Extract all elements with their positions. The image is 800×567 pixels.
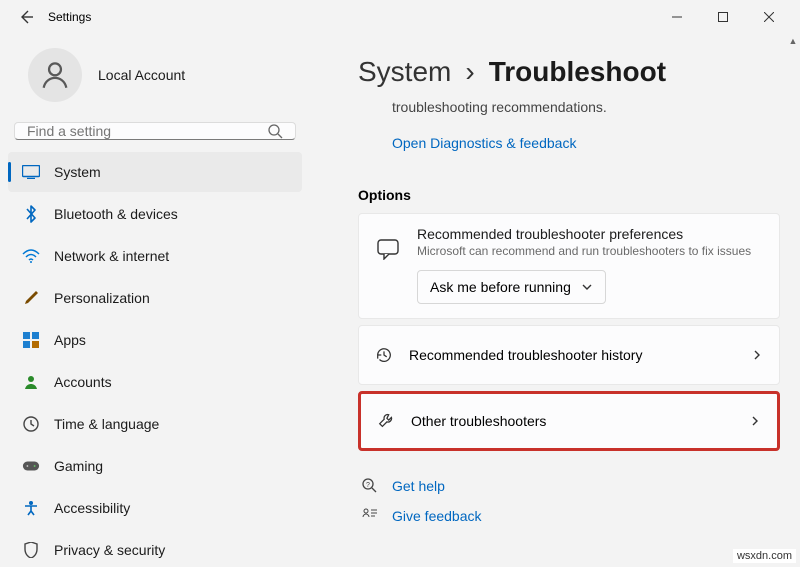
- chevron-right-icon: [751, 349, 763, 361]
- nav-label: Privacy & security: [54, 542, 165, 558]
- nav-label: Bluetooth & devices: [54, 206, 178, 222]
- accounts-icon: [22, 373, 40, 391]
- close-button[interactable]: [746, 2, 792, 32]
- clock-icon: [22, 415, 40, 433]
- other-troubleshooters-row[interactable]: Other troubleshooters: [358, 391, 780, 451]
- avatar: [28, 48, 82, 102]
- nav: System Bluetooth & devices Network & int…: [6, 152, 304, 567]
- sidebar: Local Account System Bluetooth & devices…: [0, 34, 310, 567]
- breadcrumb-sep: ›: [465, 56, 474, 88]
- nav-label: Accounts: [54, 374, 112, 390]
- person-icon: [38, 58, 72, 92]
- nav-item-accessibility[interactable]: Accessibility: [8, 488, 302, 528]
- nav-item-privacy[interactable]: Privacy & security: [8, 530, 302, 567]
- wrench-icon: [377, 412, 395, 430]
- system-icon: [22, 163, 40, 181]
- main-content: System › Troubleshoot troubleshooting re…: [310, 34, 800, 567]
- account-block[interactable]: Local Account: [6, 42, 304, 114]
- scroll-up-arrow-icon[interactable]: ▲: [786, 34, 800, 48]
- maximize-icon: [718, 12, 728, 22]
- nav-item-gaming[interactable]: Gaming: [8, 446, 302, 486]
- top-partial-text: troubleshooting recommendations.: [358, 98, 780, 117]
- feedback-icon: [360, 507, 380, 525]
- nav-label: Network & internet: [54, 248, 169, 264]
- svg-text:?: ?: [366, 482, 370, 489]
- apps-icon: [22, 331, 40, 349]
- gaming-icon: [22, 457, 40, 475]
- card-title: Recommended troubleshooter preferences: [417, 226, 763, 242]
- search-input[interactable]: [27, 123, 267, 139]
- nav-label: Time & language: [54, 416, 159, 432]
- nav-item-time[interactable]: Time & language: [8, 404, 302, 444]
- nav-label: Personalization: [54, 290, 150, 306]
- back-arrow-icon: [18, 9, 34, 25]
- breadcrumb-current: Troubleshoot: [489, 56, 666, 88]
- chevron-down-icon: [581, 281, 593, 293]
- nav-label: Apps: [54, 332, 86, 348]
- nav-item-system[interactable]: System: [8, 152, 302, 192]
- history-icon: [375, 346, 393, 364]
- search-box[interactable]: [14, 122, 296, 140]
- accessibility-icon: [22, 499, 40, 517]
- feedback-link[interactable]: Give feedback: [358, 501, 780, 531]
- row-label: Recommended troubleshooter history: [409, 347, 735, 363]
- account-name: Local Account: [98, 67, 185, 83]
- get-help-link[interactable]: ? Get help: [358, 471, 780, 501]
- personalization-icon: [22, 289, 40, 307]
- nav-label: Gaming: [54, 458, 103, 474]
- shield-icon: [22, 541, 40, 559]
- nav-item-network[interactable]: Network & internet: [8, 236, 302, 276]
- nav-item-bluetooth[interactable]: Bluetooth & devices: [8, 194, 302, 234]
- minimize-button[interactable]: [654, 2, 700, 32]
- help-icon: ?: [360, 477, 380, 495]
- bluetooth-icon: [22, 205, 40, 223]
- nav-label: System: [54, 164, 101, 180]
- nav-label: Accessibility: [54, 500, 130, 516]
- minimize-icon: [672, 12, 682, 22]
- nav-item-apps[interactable]: Apps: [8, 320, 302, 360]
- feedback-label: Give feedback: [392, 508, 482, 524]
- nav-item-accounts[interactable]: Accounts: [8, 362, 302, 402]
- section-title: Options: [358, 187, 780, 203]
- preference-dropdown[interactable]: Ask me before running: [417, 270, 606, 304]
- card-sub: Microsoft can recommend and run troubles…: [417, 244, 763, 258]
- close-icon: [764, 12, 774, 22]
- breadcrumb-parent[interactable]: System: [358, 56, 451, 88]
- row-label: Other troubleshooters: [411, 413, 733, 429]
- help-label: Get help: [392, 478, 445, 494]
- search-icon: [267, 123, 283, 139]
- dropdown-value: Ask me before running: [430, 279, 571, 295]
- preferences-card: Recommended troubleshooter preferences M…: [358, 213, 780, 319]
- network-icon: [22, 247, 40, 265]
- history-row[interactable]: Recommended troubleshooter history: [358, 325, 780, 385]
- maximize-button[interactable]: [700, 2, 746, 32]
- scrollbar[interactable]: ▲: [786, 34, 800, 567]
- nav-item-personalization[interactable]: Personalization: [8, 278, 302, 318]
- watermark: wsxdn.com: [733, 549, 796, 563]
- diagnostics-link[interactable]: Open Diagnostics & feedback: [392, 135, 576, 151]
- chat-icon: [375, 226, 401, 272]
- back-button[interactable]: [8, 2, 44, 32]
- chevron-right-icon: [749, 415, 761, 427]
- window-title: Settings: [48, 10, 91, 24]
- titlebar: Settings: [0, 0, 800, 34]
- breadcrumb: System › Troubleshoot: [358, 56, 780, 88]
